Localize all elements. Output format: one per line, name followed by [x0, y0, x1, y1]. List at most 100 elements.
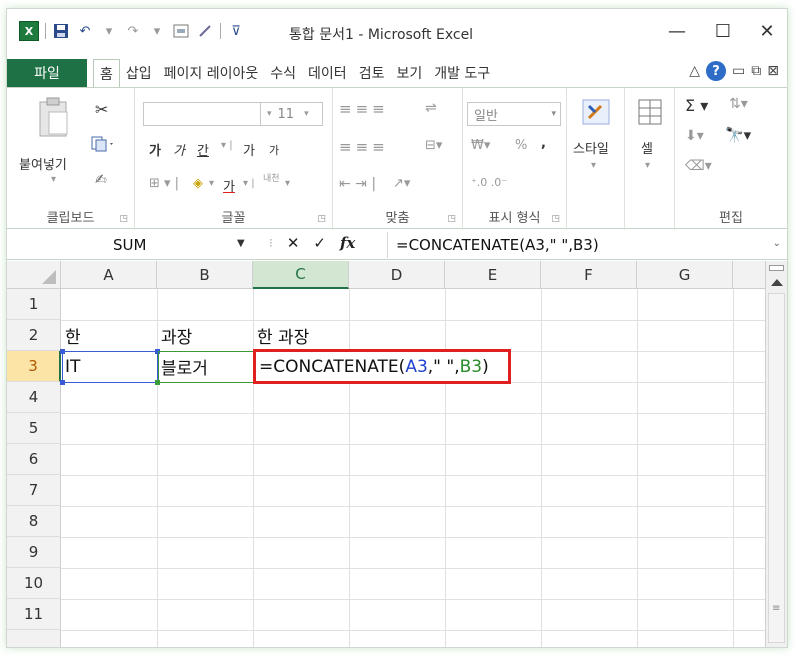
ribbon-close-icon[interactable]: ⊠ — [767, 63, 779, 79]
cells-button[interactable]: 셀 — [641, 138, 653, 157]
format-painter-icon[interactable]: ✍ — [95, 172, 107, 188]
row-header-3[interactable]: 3 — [7, 351, 61, 382]
row-header-12-partial[interactable] — [7, 630, 61, 647]
tab-page-layout[interactable]: 페이지 레이아웃 — [158, 59, 265, 87]
worksheet-grid[interactable]: A B C D E F G 1 2 3 4 5 6 7 8 9 10 11 한 … — [7, 261, 767, 647]
minimize-button[interactable]: — — [657, 19, 697, 43]
paste-dropdown-icon[interactable]: ▾ — [51, 174, 56, 185]
autosum-icon[interactable]: Σ ▾ — [685, 96, 708, 115]
find-select-icon[interactable]: 🔭▾ — [725, 126, 751, 144]
enter-icon[interactable]: ✓ — [313, 234, 326, 252]
name-box-dropdown-icon[interactable]: ▼ — [237, 238, 245, 249]
brush-icon[interactable] — [196, 22, 214, 40]
cell-c2[interactable]: 한 과장 — [253, 320, 349, 351]
row-header-8[interactable]: 8 — [7, 506, 61, 537]
underline-dropdown-icon[interactable]: ▾ | — [221, 140, 233, 151]
column-header-c[interactable]: C — [253, 261, 349, 289]
shrink-font-button[interactable]: 가 — [269, 142, 279, 158]
phonetic-button[interactable]: 내천 — [263, 174, 283, 184]
cell-b3[interactable]: 블로거 — [157, 351, 253, 382]
scroll-track[interactable] — [768, 293, 785, 643]
tab-developer[interactable]: 개발 도구 — [428, 59, 496, 87]
indent-icons[interactable]: ⇤ ⇥ | — [339, 176, 376, 192]
select-all-corner[interactable] — [7, 261, 61, 289]
italic-button[interactable]: 가 — [173, 140, 185, 159]
row-header-1[interactable]: 1 — [7, 289, 61, 320]
scroll-up-arrow-icon[interactable] — [771, 279, 783, 286]
font-color-button[interactable]: 가 — [223, 176, 235, 195]
cell-a3[interactable]: IT — [61, 351, 157, 382]
cells-dropdown-icon[interactable]: ▾ — [645, 160, 650, 171]
paste-button[interactable]: 붙여넣기 — [19, 154, 67, 173]
orientation-icon[interactable]: ↗▾ — [393, 176, 410, 191]
left-align-icons[interactable]: ≡≡≡ — [339, 138, 389, 156]
bold-button[interactable]: 가 — [149, 140, 161, 159]
row-header-10[interactable]: 10 — [7, 568, 61, 599]
font-launcher-icon[interactable]: ◳ — [317, 214, 326, 224]
tab-review[interactable]: 검토 — [353, 59, 391, 87]
ribbon-restore-icon[interactable]: ⧉ — [751, 63, 761, 79]
sort-filter-icon[interactable]: ⇅▾ — [729, 96, 748, 112]
redo-icon[interactable]: ↷ — [124, 22, 142, 40]
row-header-4[interactable]: 4 — [7, 382, 61, 413]
clipboard-launcher-icon[interactable]: ◳ — [119, 214, 128, 224]
alignment-launcher-icon[interactable]: ◳ — [447, 214, 456, 224]
ribbon-collapse-icon[interactable]: △ — [689, 63, 700, 79]
font-color-dropdown-icon[interactable]: ▾ | — [243, 178, 255, 189]
close-button[interactable]: ✕ — [747, 19, 787, 43]
grow-font-button[interactable]: 가 — [243, 140, 255, 159]
styles-dropdown-icon[interactable]: ▾ — [591, 160, 596, 171]
insert-function-icon[interactable]: fx — [340, 234, 355, 252]
excel-app-icon[interactable]: X — [19, 21, 39, 41]
merge-center-icon[interactable]: ⊟▾ — [425, 138, 442, 153]
accounting-format-icon[interactable]: ₩▾ — [471, 138, 490, 153]
customize-qat-icon[interactable]: ⊽ — [227, 22, 245, 40]
column-header-d[interactable]: D — [349, 261, 445, 289]
ribbon-minimize-icon[interactable]: ▭ — [732, 63, 745, 79]
styles-button[interactable]: 스타일 — [573, 138, 609, 157]
number-launcher-icon[interactable]: ◳ — [551, 214, 560, 224]
tab-view[interactable]: 보기 — [390, 59, 428, 87]
fill-color-dropdown-icon[interactable]: ▾ — [209, 178, 214, 189]
maximize-button[interactable]: ☐ — [703, 19, 743, 43]
form-icon[interactable] — [172, 22, 190, 40]
tab-file[interactable]: 파일 — [7, 59, 87, 87]
top-align-icons[interactable]: ≡≡≡ — [339, 100, 389, 118]
row-header-7[interactable]: 7 — [7, 475, 61, 506]
copy-icon[interactable] — [91, 136, 115, 156]
tab-formulas[interactable]: 수식 — [264, 59, 302, 87]
column-header-b[interactable]: B — [157, 261, 253, 289]
undo-icon[interactable]: ↶ — [76, 22, 94, 40]
wrap-text-icon[interactable]: ⇌ — [425, 100, 437, 116]
help-icon[interactable]: ? — [706, 61, 727, 81]
active-cell-c3[interactable]: =CONCATENATE( A3 ," ", B3 ) — [253, 349, 511, 384]
comma-button[interactable]: , — [541, 136, 546, 151]
expand-formula-bar-icon[interactable]: ⌄ — [773, 238, 781, 249]
cut-icon[interactable]: ✂ — [95, 100, 108, 119]
tab-home[interactable]: 홈 — [93, 59, 120, 87]
cells-icon[interactable] — [637, 98, 663, 130]
phonetic-dropdown-icon[interactable]: ▾ — [285, 178, 290, 189]
name-box[interactable]: SUM — [7, 232, 263, 258]
font-size-select[interactable]: ▾ 11 ▾ — [261, 102, 323, 126]
cancel-icon[interactable]: ✕ — [287, 234, 300, 252]
save-icon[interactable] — [52, 22, 70, 40]
split-box[interactable] — [769, 265, 784, 271]
percent-button[interactable]: % — [515, 138, 527, 153]
font-name-select[interactable] — [143, 102, 261, 126]
row-header-5[interactable]: 5 — [7, 413, 61, 444]
row-header-9[interactable]: 9 — [7, 537, 61, 568]
fill-color-icon[interactable]: ◈ — [193, 176, 203, 191]
cell-b2[interactable]: 과장 — [157, 320, 253, 351]
row-header-6[interactable]: 6 — [7, 444, 61, 475]
styles-icon[interactable] — [581, 98, 611, 130]
column-header-g[interactable]: G — [637, 261, 733, 289]
column-header-partial[interactable] — [733, 261, 767, 289]
decimal-adjust-icons[interactable]: ⁺.0 .0⁻ — [471, 176, 507, 189]
underline-button[interactable]: 간 — [197, 140, 209, 159]
tab-data[interactable]: 데이터 — [302, 59, 353, 87]
vertical-scrollbar[interactable]: ≡ — [765, 261, 787, 647]
row-header-2[interactable]: 2 — [7, 320, 61, 351]
dropdown-arrow-icon[interactable]: ▾ — [148, 22, 166, 40]
paste-icon[interactable] — [37, 96, 71, 144]
